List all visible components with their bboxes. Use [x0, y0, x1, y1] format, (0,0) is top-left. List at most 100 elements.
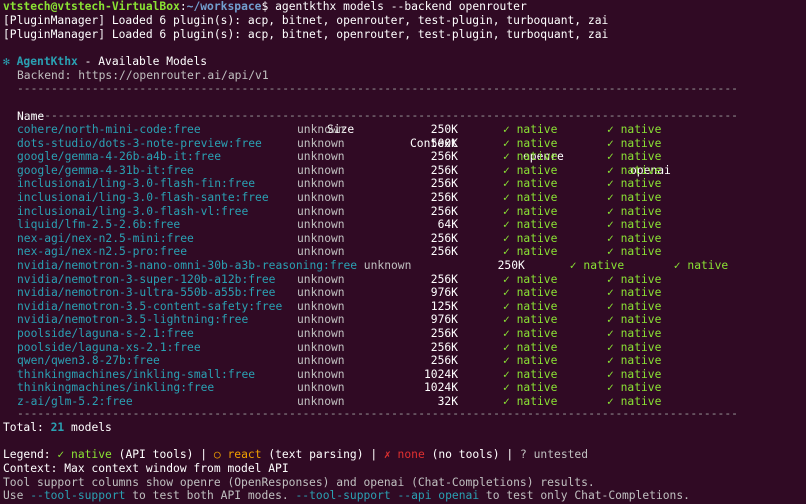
- table-row: google/gemma-4-26b-a4b-it:free unknown 256…: [0, 150, 806, 164]
- openai-status: ✓ native: [607, 340, 662, 354]
- model-size: unknown: [297, 191, 345, 204]
- usage-flag-tool-support: --tool-support: [30, 489, 126, 502]
- openai-status: ✓ native: [607, 354, 662, 368]
- model-size: unknown: [297, 367, 345, 381]
- openai-status: ✓ native: [607, 367, 662, 381]
- model-size: unknown: [297, 163, 345, 177]
- context-note: Context: Max context window from model A…: [3, 462, 289, 475]
- usage-flag-api-openai: --tool-support --api openai: [295, 489, 480, 502]
- model-size: unknown: [297, 272, 345, 286]
- legend-react-desc: (text parsing) |: [268, 448, 378, 461]
- openre-status: ✓ native: [503, 231, 558, 245]
- table-row: inclusionai/ling-3.0-flash-fin:free unkno…: [0, 177, 806, 191]
- openai-status: ✓ native: [607, 286, 662, 300]
- model-context: 125K: [430, 299, 458, 313]
- openre-status: ✓ native: [503, 327, 558, 340]
- openai-status: ✓ native: [607, 191, 662, 204]
- openre-status: ✓ native: [503, 204, 558, 218]
- model-name: thinkingmachines/inkling-small:free: [17, 367, 256, 381]
- terminal-window[interactable]: vtstech@vtstech-VirtualBox:~/workspace$ …: [0, 0, 806, 504]
- model-size: unknown: [297, 299, 345, 313]
- table-row: nvidia/nemotron-3-nano-omni-30b-a3b-reas…: [0, 259, 806, 273]
- rule-header: ----------------------------------------…: [17, 109, 738, 122]
- total-unit: models: [71, 421, 112, 434]
- model-context: 256K: [430, 177, 458, 191]
- model-context: 256K: [430, 272, 458, 286]
- openai-status: ✓ native: [607, 123, 662, 136]
- table-row: nex-agi/nex-n2.5-pro:free unknown 256K ✓ na…: [0, 245, 806, 259]
- openai-status: ✓ native: [607, 381, 662, 395]
- prompt-line: vtstech@vtstech-VirtualBox:~/workspace$ …: [3, 0, 527, 13]
- table-row: poolside/laguna-xs-2.1:free unknown 256K ✓ …: [0, 341, 806, 355]
- prompt-command: agentkthx models --backend openrouter: [275, 0, 527, 13]
- model-size: unknown: [297, 177, 345, 191]
- model-name: nvidia/nemotron-3.5-lightning:free: [17, 313, 249, 327]
- model-size: unknown: [297, 204, 345, 218]
- model-context: 976K: [430, 286, 458, 300]
- model-name: nvidia/nemotron-3-ultra-550b-a55b:free: [17, 286, 276, 300]
- openre-status: ✓ native: [503, 340, 558, 354]
- openre-status: ✓ native: [503, 218, 558, 232]
- app-name: AgentKthx: [16, 55, 78, 68]
- openai-status: ✓ native: [607, 150, 662, 164]
- model-name: cohere/north-mini-code:free: [17, 123, 201, 136]
- openai-status: ✓ native: [607, 163, 662, 177]
- model-name: dots-studio/dots-3-note-preview:free: [17, 136, 262, 150]
- table-row: thinkingmachines/inkling:free unknown 1024…: [0, 381, 806, 395]
- openai-status: ✓ native: [673, 259, 729, 272]
- table-row: dots-studio/dots-3-note-preview:free unkn…: [0, 137, 806, 151]
- legend-none-desc: (no tools) |: [431, 448, 514, 461]
- backend-line: Backend: https://openrouter.ai/api/v1: [17, 69, 269, 82]
- header-title-rest: - Available Models: [77, 55, 208, 68]
- legend-native-desc: (API tools) |: [118, 448, 208, 461]
- model-name: inclusionai/ling-3.0-flash-sante:free: [17, 191, 269, 204]
- model-size: unknown: [297, 354, 345, 368]
- rule-top: ----------------------------------------…: [17, 82, 738, 95]
- model-context: 1024K: [423, 381, 458, 395]
- plugin-line: [PluginManager] Loaded 6 plugin(s): acp,…: [3, 28, 609, 41]
- openai-status: ✓ native: [607, 313, 662, 327]
- model-context: 256K: [430, 150, 458, 164]
- usage-post: to test only Chat-Completions.: [479, 489, 690, 502]
- openre-status: ✓ native: [503, 136, 558, 150]
- prompt-path: ~/workspace: [186, 0, 262, 13]
- model-name: liquid/lfm-2.5-2.6b:free: [17, 218, 181, 232]
- model-size: unknown: [297, 218, 345, 232]
- total-count: 21: [50, 421, 65, 434]
- tool-support-note: Tool support columns show openre (OpenRe…: [3, 476, 595, 489]
- model-size: unknown: [363, 259, 412, 272]
- model-name: google/gemma-4-26b-a4b-it:free: [17, 150, 222, 164]
- openre-status: ✓ native: [503, 299, 558, 313]
- model-context: 500K: [430, 136, 458, 150]
- table-row: qwen/qwen3.8-27b:free unknown 256K ✓ native…: [0, 354, 806, 368]
- legend-react: ○ react: [213, 448, 262, 461]
- table-row: nvidia/nemotron-3-ultra-550b-a55b:free un…: [0, 286, 806, 300]
- openre-status: ✓ native: [503, 191, 558, 204]
- openre-status: ✓ native: [503, 286, 558, 300]
- openai-status: ✓ native: [607, 245, 662, 259]
- gear-star-icon: ✻: [3, 55, 10, 68]
- model-context: 256K: [430, 354, 458, 368]
- model-name: poolside/laguna-s-2.1:free: [17, 327, 194, 340]
- table-row: inclusionai/ling-3.0-flash-vl:free unknow…: [0, 205, 806, 219]
- model-name: nex-agi/nex-n2.5-mini:free: [17, 231, 194, 245]
- model-name: nvidia/nemotron-3.5-content-safety:free: [17, 299, 283, 313]
- openai-status: ✓ native: [607, 327, 662, 340]
- openre-status: ✓ native: [503, 354, 558, 368]
- openai-status: ✓ native: [607, 177, 662, 191]
- openai-status: ✓ native: [607, 272, 662, 286]
- model-name: nvidia/nemotron-3-super-120b-a12b:free: [17, 272, 276, 286]
- openai-status: ✓ native: [607, 218, 662, 232]
- model-size: unknown: [297, 136, 345, 150]
- model-size: unknown: [297, 327, 345, 340]
- total-label: Total:: [3, 421, 44, 434]
- table-row: nvidia/nemotron-3.5-lightning:free unknow…: [0, 313, 806, 327]
- model-context: 256K: [430, 163, 458, 177]
- model-name: poolside/laguna-xs-2.1:free: [17, 340, 201, 354]
- openre-status: ✓ native: [503, 313, 558, 327]
- openre-status: ✓ native: [503, 272, 558, 286]
- table-row: liquid/lfm-2.5-2.6b:free unknown 64K ✓ nati…: [0, 218, 806, 232]
- rule-bottom: ----------------------------------------…: [17, 407, 738, 420]
- model-context: 250K: [497, 259, 525, 272]
- openre-status: ✓ native: [503, 123, 558, 136]
